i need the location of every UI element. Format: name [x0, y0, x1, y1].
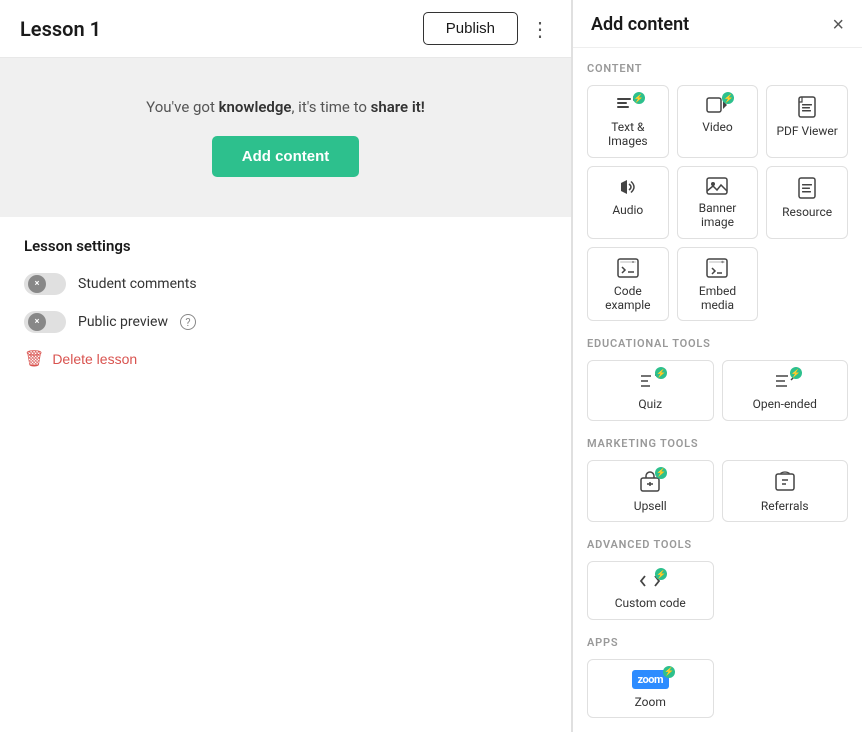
tool-referrals[interactable]: Referrals — [722, 460, 849, 522]
open-ended-label: Open-ended — [753, 397, 817, 411]
right-panel: Add content × CONTENT ⚡ Text & Images — [572, 0, 862, 732]
video-label: Video — [702, 120, 733, 134]
educational-tools-grid: ⚡ Quiz ⚡ Open-ended — [587, 360, 848, 420]
custom-code-badge: ⚡ — [655, 568, 667, 580]
tool-embed-media[interactable]: Embed media — [677, 247, 759, 322]
quiz-icon-wrapper: ⚡ — [639, 371, 661, 391]
pdf-label: PDF Viewer — [776, 124, 837, 138]
text-images-label: Text & Images — [594, 120, 662, 149]
content-section-label: CONTENT — [587, 62, 848, 75]
custom-code-label: Custom code — [615, 596, 686, 610]
tool-upsell[interactable]: ⚡ Upsell — [587, 460, 714, 522]
student-comments-label: Student comments — [78, 276, 197, 292]
quiz-label: Quiz — [638, 397, 662, 411]
text-images-badge: ⚡ — [633, 92, 645, 104]
code-example-icon — [617, 258, 639, 278]
public-preview-toggle[interactable]: × — [24, 311, 66, 333]
banner-label: Banner image — [684, 201, 752, 230]
close-button[interactable]: × — [832, 15, 844, 35]
settings-section: Lesson settings × Student comments × Pub… — [0, 217, 571, 732]
video-badge: ⚡ — [722, 92, 734, 104]
add-content-button[interactable]: Add content — [212, 136, 360, 177]
tool-banner-image[interactable]: Banner image — [677, 166, 759, 239]
content-tools-grid: ⚡ Text & Images ⚡ Video — [587, 85, 848, 321]
student-comments-row: × Student comments — [24, 273, 547, 295]
audio-icon — [618, 177, 638, 197]
tool-quiz[interactable]: ⚡ Quiz — [587, 360, 714, 420]
settings-title: Lesson settings — [24, 237, 547, 255]
advanced-section-label: ADVANCED TOOLS — [587, 538, 848, 551]
tool-code-example[interactable]: Code example — [587, 247, 669, 322]
tool-zoom[interactable]: zoom ⚡ Zoom — [587, 659, 714, 718]
code-example-icon-wrapper — [617, 258, 639, 278]
tool-resource[interactable]: Resource — [766, 166, 848, 239]
banner-icon-wrapper — [706, 177, 728, 195]
toggle-knob-2: × — [28, 313, 46, 331]
video-icon-wrapper: ⚡ — [706, 96, 728, 114]
delete-lesson-button[interactable]: 🗑 Delete lesson — [24, 349, 137, 369]
delete-label: Delete lesson — [52, 351, 137, 367]
upsell-icon-wrapper: ⚡ — [639, 471, 661, 493]
more-options-icon[interactable]: ⋮ — [530, 17, 551, 41]
embed-media-icon — [706, 258, 728, 278]
upsell-badge: ⚡ — [655, 467, 667, 479]
embed-media-label: Embed media — [684, 284, 752, 313]
open-ended-badge: ⚡ — [790, 367, 802, 379]
tool-audio[interactable]: Audio — [587, 166, 669, 239]
left-header: Lesson 1 Publish ⋮ — [0, 0, 571, 58]
publish-button[interactable]: Publish — [423, 12, 518, 45]
resource-label: Resource — [782, 205, 832, 219]
tool-pdf-viewer[interactable]: PDF Viewer — [766, 85, 848, 158]
add-content-title: Add content — [591, 14, 689, 35]
resource-icon — [798, 177, 816, 199]
content-empty-area: You've got knowledge, it's time to share… — [0, 58, 571, 217]
marketing-section-label: MARKETING TOOLS — [587, 437, 848, 450]
audio-label: Audio — [612, 203, 643, 217]
audio-icon-wrapper — [618, 177, 638, 197]
advanced-tools-grid: ⚡ Custom code — [587, 561, 848, 619]
pdf-viewer-icon — [798, 96, 816, 118]
quiz-badge: ⚡ — [655, 367, 667, 379]
lesson-title: Lesson 1 — [20, 17, 101, 41]
text-images-icon-wrapper: ⚡ — [617, 96, 639, 114]
right-body: CONTENT ⚡ Text & Images — [573, 48, 862, 732]
educational-section-label: EDUCATIONAL TOOLS — [587, 337, 848, 350]
marketing-tools-grid: ⚡ Upsell Referrals — [587, 460, 848, 522]
pdf-icon-wrapper — [798, 96, 816, 118]
embed-media-icon-wrapper — [706, 258, 728, 278]
apps-section-label: APPS — [587, 636, 848, 649]
resource-icon-wrapper — [798, 177, 816, 199]
referrals-icon-wrapper — [774, 471, 796, 493]
code-example-label: Code example — [594, 284, 662, 313]
public-preview-label: Public preview — [78, 314, 168, 330]
toggle-knob: × — [28, 275, 46, 293]
referrals-label: Referrals — [761, 499, 809, 513]
apps-grid: zoom ⚡ Zoom — [587, 659, 848, 718]
student-comments-toggle[interactable]: × — [24, 273, 66, 295]
content-message: You've got knowledge, it's time to share… — [146, 98, 425, 116]
tool-custom-code[interactable]: ⚡ Custom code — [587, 561, 714, 619]
banner-image-icon — [706, 177, 728, 195]
custom-code-icon-wrapper: ⚡ — [639, 572, 661, 590]
delete-icon: 🗑 — [24, 349, 44, 369]
tool-video[interactable]: ⚡ Video — [677, 85, 759, 158]
header-actions: Publish ⋮ — [423, 12, 551, 45]
referrals-icon — [774, 471, 796, 493]
upsell-label: Upsell — [634, 499, 667, 513]
tool-open-ended[interactable]: ⚡ Open-ended — [722, 360, 849, 420]
help-icon[interactable]: ? — [180, 314, 196, 330]
zoom-label: Zoom — [635, 695, 666, 709]
public-preview-row: × Public preview ? — [24, 311, 547, 333]
open-ended-icon-wrapper: ⚡ — [774, 371, 796, 391]
tool-text-images[interactable]: ⚡ Text & Images — [587, 85, 669, 158]
zoom-badge: ⚡ — [663, 666, 675, 678]
left-panel: Lesson 1 Publish ⋮ You've got knowledge,… — [0, 0, 572, 732]
zoom-icon-wrapper: zoom ⚡ — [632, 670, 669, 689]
right-header: Add content × — [573, 0, 862, 48]
